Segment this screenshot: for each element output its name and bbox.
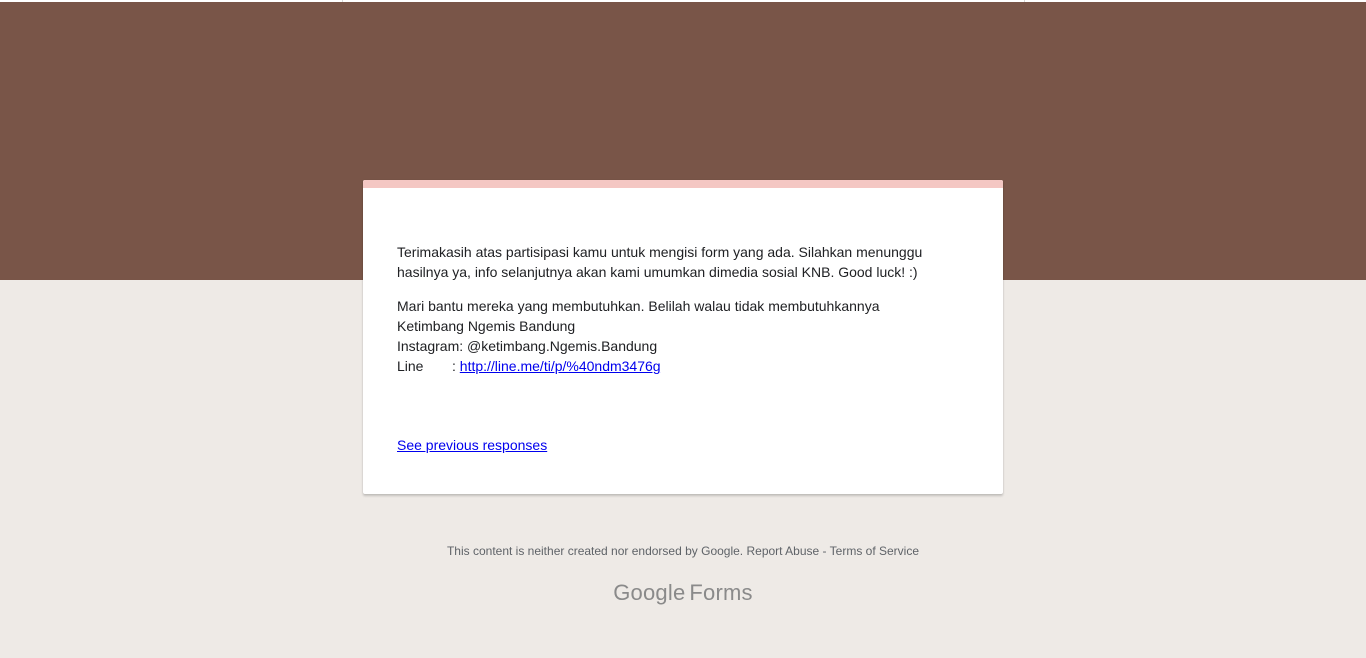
forms-wordmark: Forms	[689, 580, 753, 605]
thank-you-paragraph: Terimakasih atas partisipasi kamu untuk …	[397, 244, 923, 280]
terms-of-service-link[interactable]: Terms of Service	[830, 544, 919, 558]
footer: This content is neither created nor endo…	[0, 543, 1366, 559]
report-abuse-link[interactable]: Report Abuse	[746, 544, 819, 558]
card-accent-bar	[363, 180, 1003, 188]
see-previous-responses-link[interactable]: See previous responses	[397, 435, 547, 455]
line-contact-row: Line: http://line.me/ti/p/%40ndm3476g	[397, 358, 661, 374]
line-label: Line	[397, 358, 424, 374]
support-line: Mari bantu mereka yang membutuhkan. Beli…	[397, 298, 880, 314]
confirmation-message: Terimakasih atas partisipasi kamu untuk …	[397, 242, 969, 376]
footer-disclaimer: This content is neither created nor endo…	[446, 544, 747, 558]
footer-separator: -	[819, 544, 830, 558]
confirmation-card: Terimakasih atas partisipasi kamu untuk …	[363, 180, 1003, 494]
instagram-handle: Instagram: @ketimbang.Ngemis.Bandung	[397, 338, 658, 354]
line-separator: :	[452, 358, 460, 374]
google-forms-logo[interactable]: Google Forms	[0, 578, 1366, 608]
organization-name: Ketimbang Ngemis Bandung	[397, 318, 576, 334]
support-paragraph: Mari bantu mereka yang membutuhkan. Beli…	[397, 296, 969, 376]
line-contact-link[interactable]: http://line.me/ti/p/%40ndm3476g	[460, 358, 661, 374]
page: Terimakasih atas partisipasi kamu untuk …	[0, 0, 1366, 658]
google-wordmark: Google	[613, 580, 686, 605]
